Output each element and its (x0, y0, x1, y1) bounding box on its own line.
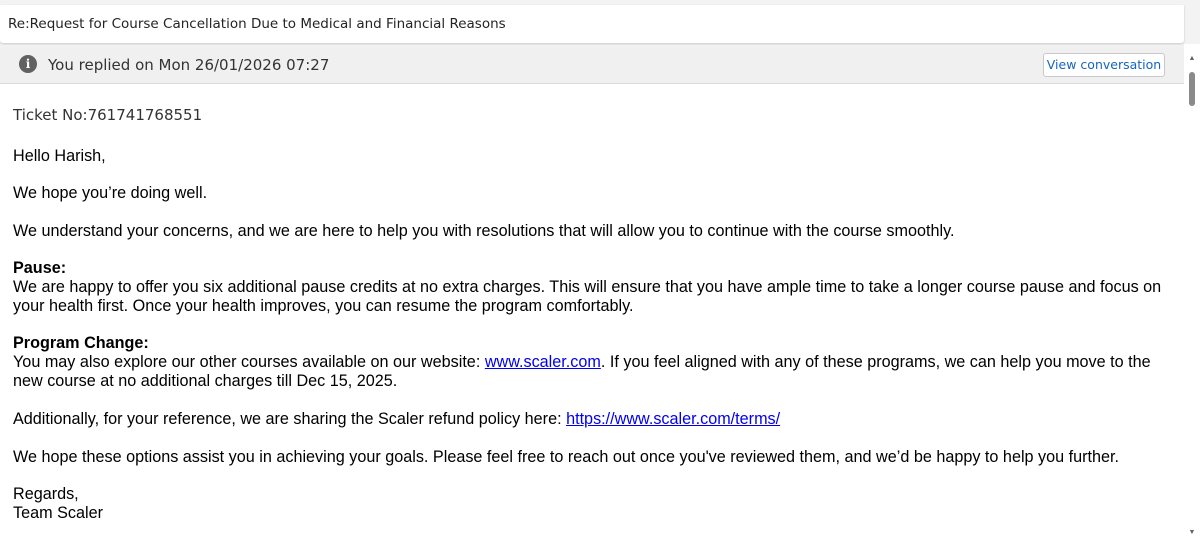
understand-line: We understand your concerns, and we are … (13, 222, 955, 240)
signature-block: Regards, Team Scaler (13, 485, 1178, 523)
pause-heading: Pause: (13, 259, 67, 277)
triangle-down-icon[interactable]: ▼ (1184, 526, 1200, 540)
closing-line: We hope these options assist you in achi… (13, 448, 1120, 466)
hope-line: We hope you’re doing well. (13, 184, 208, 202)
reply-info-bar: i You replied on Mon 26/01/2026 07:27 Vi… (0, 47, 1184, 84)
program-change-section: Program Change: You may also explore our… (13, 334, 1178, 391)
email-subject: Re:Request for Course Cancellation Due t… (8, 16, 506, 32)
ticket-number: Ticket No:761741768551 (13, 106, 203, 124)
reply-info-text: You replied on Mon 26/01/2026 07:27 (48, 56, 330, 74)
refund-policy-link[interactable]: https://www.scaler.com/terms/ (566, 410, 780, 428)
signature: Team Scaler (13, 504, 103, 522)
triangle-up-icon[interactable]: ▲ (1184, 52, 1200, 66)
refund-line: Additionally, for your reference, we are… (13, 410, 1178, 429)
scaler-website-link[interactable]: www.scaler.com (485, 353, 601, 371)
program-change-heading: Program Change: (13, 334, 149, 352)
view-conversation-button[interactable]: View conversation (1043, 53, 1165, 77)
info-icon: i (19, 55, 37, 73)
scroll-thumb[interactable] (1189, 72, 1195, 106)
refund-text: Additionally, for your reference, we are… (13, 410, 567, 428)
greeting: Hello Harish, (13, 147, 106, 165)
program-text-before: You may also explore our other courses a… (13, 353, 485, 371)
regards: Regards, (13, 485, 79, 503)
pause-text: We are happy to offer you six additional… (13, 278, 1162, 315)
vertical-scrollbar[interactable]: ▲ ▼ (1184, 44, 1200, 544)
pause-section: Pause: We are happy to offer you six add… (13, 259, 1178, 316)
email-body: Ticket No:761741768551 Hello Harish, We … (0, 84, 1184, 544)
subject-bar: Re:Request for Course Cancellation Due t… (0, 5, 1184, 43)
